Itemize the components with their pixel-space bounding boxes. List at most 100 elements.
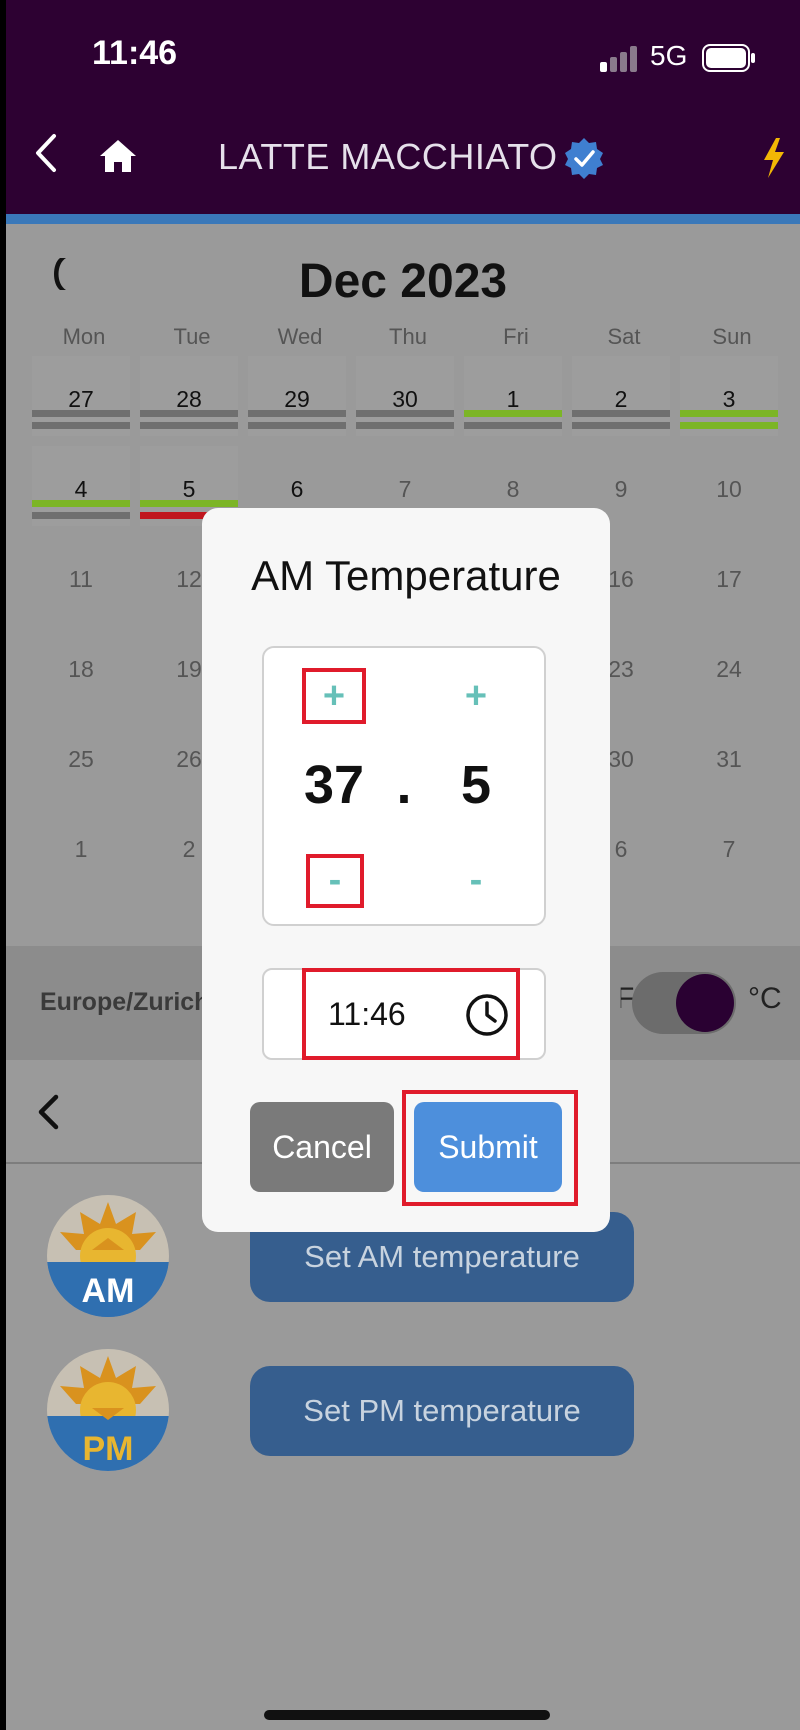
timezone-label: Europe/Zurich	[40, 988, 210, 1016]
status-bar-green	[32, 500, 130, 507]
status-bar-gray	[356, 422, 454, 429]
day-number: 29	[284, 386, 310, 412]
weekday-label: Tue	[173, 324, 211, 349]
app-screen: 11:46 5G LATTE MACCHIATO Dec 2023 Mon Tu…	[0, 0, 800, 1730]
pm-badge-text: PM	[83, 1430, 134, 1468]
weekday-label: Sun	[712, 324, 752, 349]
am-badge-text: AM	[82, 1272, 135, 1310]
status-bar-green	[680, 410, 778, 417]
day-number: 28	[176, 386, 202, 412]
clock-icon[interactable]	[464, 992, 510, 1038]
calendar-day[interactable]: 4	[32, 446, 130, 526]
temperature-dialog: AM Temperature + + 37 . 5 - - 11:46 Canc…	[202, 508, 610, 1232]
day-number: 6	[290, 476, 304, 502]
day-number: 11	[69, 566, 93, 592]
calendar-day[interactable]: 2	[572, 356, 670, 436]
calendar-day[interactable]: 1	[32, 806, 130, 886]
weekday-header: Mon Tue Wed Thu Fri Sat Sun	[30, 324, 790, 354]
calendar-day[interactable]: 28	[140, 356, 238, 436]
status-bar-gray	[32, 410, 130, 417]
battery-icon	[702, 44, 755, 72]
weekday-label: Fri	[503, 324, 529, 349]
day-number: 4	[74, 476, 88, 502]
pm-sun-icon: PM	[47, 1349, 169, 1471]
day-number: 8	[506, 476, 520, 502]
verified-badge-icon	[565, 138, 603, 179]
decimal-increment-button[interactable]: +	[444, 670, 508, 722]
weekday-label: Sat	[607, 324, 641, 349]
calendar-day[interactable]: 18	[32, 626, 130, 706]
day-number: 25	[68, 746, 94, 772]
day-number: 1	[74, 836, 88, 862]
calendar-day[interactable]: 17	[680, 536, 778, 616]
calendar-day[interactable]: 7	[680, 806, 778, 886]
dialog-title: AM Temperature	[251, 552, 561, 599]
day-number: 7	[722, 836, 736, 862]
back-arrow-icon[interactable]	[32, 132, 62, 174]
top-bar: 11:46 5G LATTE MACCHIATO	[6, 0, 800, 214]
weekday-label: Mon	[62, 324, 106, 349]
day-number: 10	[716, 476, 742, 502]
status-bar-gray	[356, 410, 454, 417]
home-icon[interactable]	[98, 138, 138, 174]
calendar-day[interactable]: 11	[32, 536, 130, 616]
day-number: 18	[68, 656, 94, 682]
home-indicator	[264, 1710, 550, 1720]
status-bar-gray	[572, 422, 670, 429]
network-type: 5G	[650, 40, 688, 71]
status-bar-gray	[32, 512, 130, 519]
calendar-day[interactable]: 31	[680, 716, 778, 796]
integer-decrement-button[interactable]: -	[306, 854, 364, 906]
day-number: 31	[716, 746, 742, 772]
status-bar-gray	[248, 422, 346, 429]
integer-value: 37	[303, 755, 365, 815]
unit-celsius: °C	[748, 982, 782, 1015]
calendar-day[interactable]: 29	[248, 356, 346, 436]
calendar-day[interactable]: 27	[32, 356, 130, 436]
status-bar-gray	[140, 422, 238, 429]
status-bar-gray	[572, 410, 670, 417]
calendar-day[interactable]: 24	[680, 626, 778, 706]
day-number: 27	[68, 386, 94, 412]
decimal-value: 5	[460, 755, 492, 815]
status-bar-gray	[140, 410, 238, 417]
status-bar-gray	[248, 410, 346, 417]
unit-toggle[interactable]	[632, 972, 736, 1034]
cancel-button[interactable]: Cancel	[250, 1102, 394, 1192]
day-number: 1	[506, 386, 520, 412]
day-number: 30	[392, 386, 418, 412]
set-pm-temperature-button[interactable]: Set PM temperature	[250, 1366, 634, 1456]
status-time: 11:46	[92, 34, 178, 72]
day-number: 17	[716, 566, 742, 592]
page-title: LATTE MACCHIATO	[218, 136, 558, 177]
calendar-day[interactable]: 30	[356, 356, 454, 436]
decimal-decrement-button[interactable]: -	[444, 854, 508, 906]
decimal-separator: .	[396, 755, 412, 815]
chevron-left-icon[interactable]	[36, 1094, 60, 1130]
calendar-day[interactable]: 10	[680, 446, 778, 526]
calendar-day[interactable]: 3	[680, 356, 778, 436]
day-number: 24	[716, 656, 742, 682]
integer-increment-button[interactable]: +	[302, 670, 366, 722]
day-number: 2	[614, 386, 628, 412]
header-divider	[6, 214, 800, 224]
calendar-day[interactable]: 1	[464, 356, 562, 436]
toggle-knob	[676, 974, 734, 1032]
day-number: 3	[722, 386, 736, 412]
weekday-label: Thu	[389, 324, 427, 349]
month-label: Dec 2023	[298, 255, 508, 308]
calendar-day[interactable]: 25	[32, 716, 130, 796]
day-number: 5	[182, 476, 196, 502]
signal-icon	[600, 46, 637, 72]
time-value: 11:46	[328, 996, 406, 1032]
lightning-icon[interactable]	[758, 136, 790, 180]
status-bar-gray	[464, 422, 562, 429]
status-bar-green	[140, 500, 238, 507]
am-sun-icon: AM	[47, 1195, 169, 1317]
day-number: 7	[398, 476, 412, 502]
status-bar-green	[680, 422, 778, 429]
status-bar-gray	[32, 422, 130, 429]
submit-button[interactable]: Submit	[414, 1102, 562, 1192]
time-field[interactable]: 11:46	[262, 968, 546, 1060]
status-bar-green	[464, 410, 562, 417]
